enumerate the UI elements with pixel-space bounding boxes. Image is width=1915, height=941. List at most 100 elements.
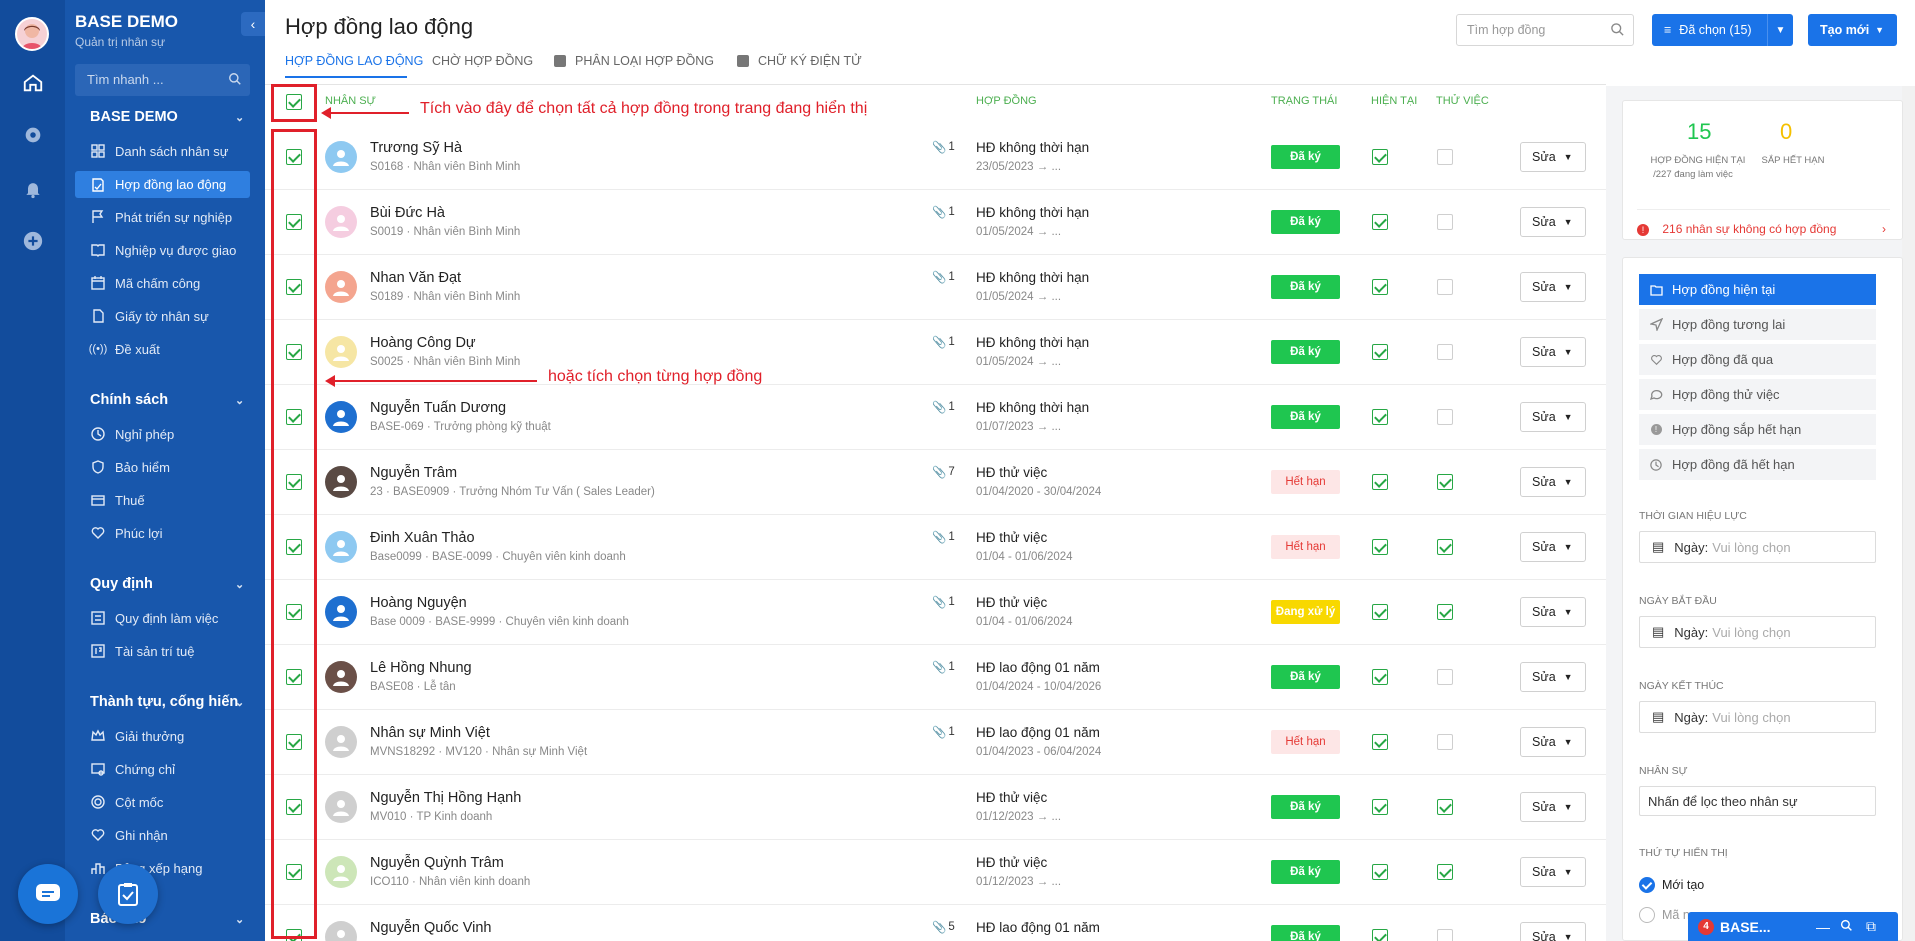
sidebar-item-giay-to[interactable]: Giấy tờ nhân sự xyxy=(75,303,250,329)
employee-name[interactable]: Nguyễn Thị Hồng Hạnh xyxy=(370,790,521,806)
sidebar-item-cot-moc[interactable]: Cột mốc xyxy=(75,789,250,815)
collapse-sidebar-button[interactable]: ‹ xyxy=(241,12,265,36)
edit-button[interactable]: Sửa ▼ xyxy=(1520,922,1586,941)
caret-down-icon[interactable]: ▼ xyxy=(1767,14,1793,46)
filter-expired[interactable]: Hợp đồng đã hết hạn xyxy=(1639,449,1876,480)
table-row[interactable]: Trương Sỹ Hà S0168 · Nhân viên Bình Minh 📎… xyxy=(265,125,1606,190)
sidebar-item-bang-xep-hang[interactable]: Bảng xếp hạng xyxy=(75,855,250,881)
attachment-count[interactable]: 📎 1 xyxy=(932,595,955,609)
current-checkbox[interactable] xyxy=(1372,539,1388,555)
sidebar-item-giai-thuong[interactable]: Giải thưởng xyxy=(75,723,250,749)
edit-button[interactable]: Sửa ▼ xyxy=(1520,142,1586,172)
trial-checkbox[interactable] xyxy=(1437,669,1453,685)
trial-checkbox[interactable] xyxy=(1437,409,1453,425)
column-header-employee[interactable]: NHÂN SỰ xyxy=(325,95,376,107)
sidebar-item-danh-sach[interactable]: Danh sách nhân sự xyxy=(75,138,250,164)
sidebar-item-hop-dong[interactable]: Hợp đồng lao động xyxy=(75,171,250,198)
edit-button[interactable]: Sửa ▼ xyxy=(1520,467,1586,497)
external-link-icon[interactable]: ⧉ xyxy=(1866,918,1876,935)
employee-name[interactable]: Hoàng Nguyện xyxy=(370,595,467,611)
employee-filter-input[interactable]: Nhấn để lọc theo nhân sự xyxy=(1639,786,1876,816)
current-checkbox[interactable] xyxy=(1372,149,1388,165)
contract-type[interactable]: HĐ lao động 01 năm xyxy=(976,660,1100,675)
column-header-status[interactable]: TRẠNG THÁI xyxy=(1271,95,1337,107)
column-header-current[interactable]: HIỆN TẠI xyxy=(1371,95,1417,107)
sidebar-item-thue[interactable]: Thuế xyxy=(75,487,250,513)
table-row[interactable]: Nguyễn Quỳnh Trâm ICO110 · Nhân viên kinh… xyxy=(265,840,1606,905)
filter-current[interactable]: Hợp đồng hiện tại xyxy=(1639,274,1876,305)
contract-type[interactable]: HĐ thử việc xyxy=(976,595,1047,610)
section-base-demo[interactable]: BASE DEMO ⌄ xyxy=(90,109,244,125)
attachment-count[interactable]: 📎 1 xyxy=(932,530,955,544)
tab-hop-dong-lao-dong[interactable]: HỢP ĐỒNG LAO ĐỘNG xyxy=(285,54,423,68)
edit-button[interactable]: Sửa ▼ xyxy=(1520,402,1586,432)
contract-type[interactable]: HĐ thử việc xyxy=(976,530,1047,545)
end-date-input[interactable]: ▤ Ngày: Vui lòng chọn xyxy=(1639,701,1876,733)
filter-future[interactable]: Hợp đồng tương lai xyxy=(1639,309,1876,340)
tab-cho-hop-dong[interactable]: CHỜ HỢP ĐỒNG xyxy=(432,54,533,68)
contract-type[interactable]: HĐ lao động 01 năm xyxy=(976,725,1100,740)
sidebar-search-input[interactable]: Tìm nhanh ... xyxy=(75,64,250,96)
table-row[interactable]: Lê Hồng Nhung BASE08 · Lễ tân 📎 1 HĐ lao độn… xyxy=(265,645,1606,710)
trial-checkbox[interactable] xyxy=(1437,474,1453,490)
employee-name[interactable]: Hoàng Công Dự xyxy=(370,335,476,351)
trial-checkbox[interactable] xyxy=(1437,149,1453,165)
employee-name[interactable]: Nguyễn Tuấn Dương xyxy=(370,400,506,416)
edit-button[interactable]: Sửa ▼ xyxy=(1520,727,1586,757)
edit-button[interactable]: Sửa ▼ xyxy=(1520,857,1586,887)
attachment-count[interactable]: 📎 1 xyxy=(932,205,955,219)
contract-type[interactable]: HĐ không thời hạn xyxy=(976,205,1089,220)
gear-icon[interactable] xyxy=(20,122,46,148)
employee-name[interactable]: Nhan Văn Đạt xyxy=(370,270,461,286)
no-contract-warning[interactable]: ! 216 nhân sự không có hợp đồng › xyxy=(1637,209,1890,236)
sidebar-item-nghiep-vu[interactable]: Nghiệp vụ được giao xyxy=(75,237,250,263)
contract-type[interactable]: HĐ lao động 01 năm xyxy=(976,920,1100,935)
create-new-button[interactable]: Tạo mới ▼ xyxy=(1808,14,1897,46)
sidebar-item-de-xuat[interactable]: ((•)) Đề xuất xyxy=(75,336,250,362)
employee-name[interactable]: Bùi Đức Hà xyxy=(370,205,445,221)
user-avatar[interactable] xyxy=(15,17,49,51)
home-icon[interactable] xyxy=(20,70,46,96)
filter-past[interactable]: Hợp đồng đã qua xyxy=(1639,344,1876,375)
attachment-count[interactable]: 📎 1 xyxy=(932,660,955,674)
contract-type[interactable]: HĐ không thời hạn xyxy=(976,335,1089,350)
current-checkbox[interactable] xyxy=(1372,279,1388,295)
table-row[interactable]: Nguyễn Trâm 23 · BASE0909 · Trưởng Nhóm T… xyxy=(265,450,1606,515)
edit-button[interactable]: Sửa ▼ xyxy=(1520,207,1586,237)
trial-checkbox[interactable] xyxy=(1437,539,1453,555)
column-header-contract[interactable]: HỢP ĐỒNG xyxy=(976,95,1037,107)
current-checkbox[interactable] xyxy=(1372,929,1388,941)
edit-button[interactable]: Sửa ▼ xyxy=(1520,532,1586,562)
table-row[interactable]: Nhan Văn Đạt S0189 · Nhân viên Bình Minh 📎… xyxy=(265,255,1606,320)
attachment-count[interactable]: 📎 1 xyxy=(932,725,955,739)
trial-checkbox[interactable] xyxy=(1437,734,1453,750)
attachment-count[interactable]: 📎 1 xyxy=(932,140,955,154)
order-radio-new[interactable] xyxy=(1639,877,1655,893)
employee-name[interactable]: Nguyễn Quốc Vinh xyxy=(370,920,491,936)
sidebar-item-ghi-nhan[interactable]: Ghi nhận xyxy=(75,822,250,848)
table-row[interactable]: Bùi Đức Hà S0019 · Nhân viên Bình Minh 📎 1 H… xyxy=(265,190,1606,255)
minimize-icon[interactable]: — xyxy=(1816,919,1830,935)
bell-icon[interactable] xyxy=(20,176,46,202)
start-date-input[interactable]: ▤ Ngày: Vui lòng chọn xyxy=(1639,616,1876,648)
tab-phan-loai-hop-dong[interactable]: PHÂN LOẠI HỢP ĐỒNG xyxy=(554,54,714,68)
chat-fab-button[interactable] xyxy=(18,864,78,924)
edit-button[interactable]: Sửa ▼ xyxy=(1520,337,1586,367)
sidebar-item-phuc-loi[interactable]: Phúc lợi xyxy=(75,520,250,546)
filter-trial[interactable]: Hợp đồng thử việc xyxy=(1639,379,1876,410)
contract-type[interactable]: HĐ thử việc xyxy=(976,790,1047,805)
employee-name[interactable]: Nhân sự Minh Việt xyxy=(370,725,490,741)
trial-checkbox[interactable] xyxy=(1437,279,1453,295)
table-row[interactable]: Nhân sự Minh Việt MVNS18292 · MV120 · Nhâ… xyxy=(265,710,1606,775)
effective-date-input[interactable]: ▤ Ngày: Vui lòng chọn xyxy=(1639,531,1876,563)
selected-actions-button[interactable]: ≡ Đã chọn (15) ▼ xyxy=(1652,14,1793,46)
current-checkbox[interactable] xyxy=(1372,474,1388,490)
table-row[interactable]: Nguyễn Thị Hồng Hạnh MV010 · TP Kinh doan… xyxy=(265,775,1606,840)
tab-chu-ky-dien-tu[interactable]: CHỮ KÝ ĐIỆN TỬ xyxy=(737,54,862,68)
contract-search-input[interactable]: Tìm hợp đồng xyxy=(1456,14,1634,46)
current-checkbox[interactable] xyxy=(1372,604,1388,620)
contract-type[interactable]: HĐ không thời hạn xyxy=(976,400,1089,415)
employee-name[interactable]: Lê Hồng Nhung xyxy=(370,660,472,676)
edit-button[interactable]: Sửa ▼ xyxy=(1520,597,1586,627)
sidebar-item-bao-hiem[interactable]: Bảo hiểm xyxy=(75,454,250,480)
